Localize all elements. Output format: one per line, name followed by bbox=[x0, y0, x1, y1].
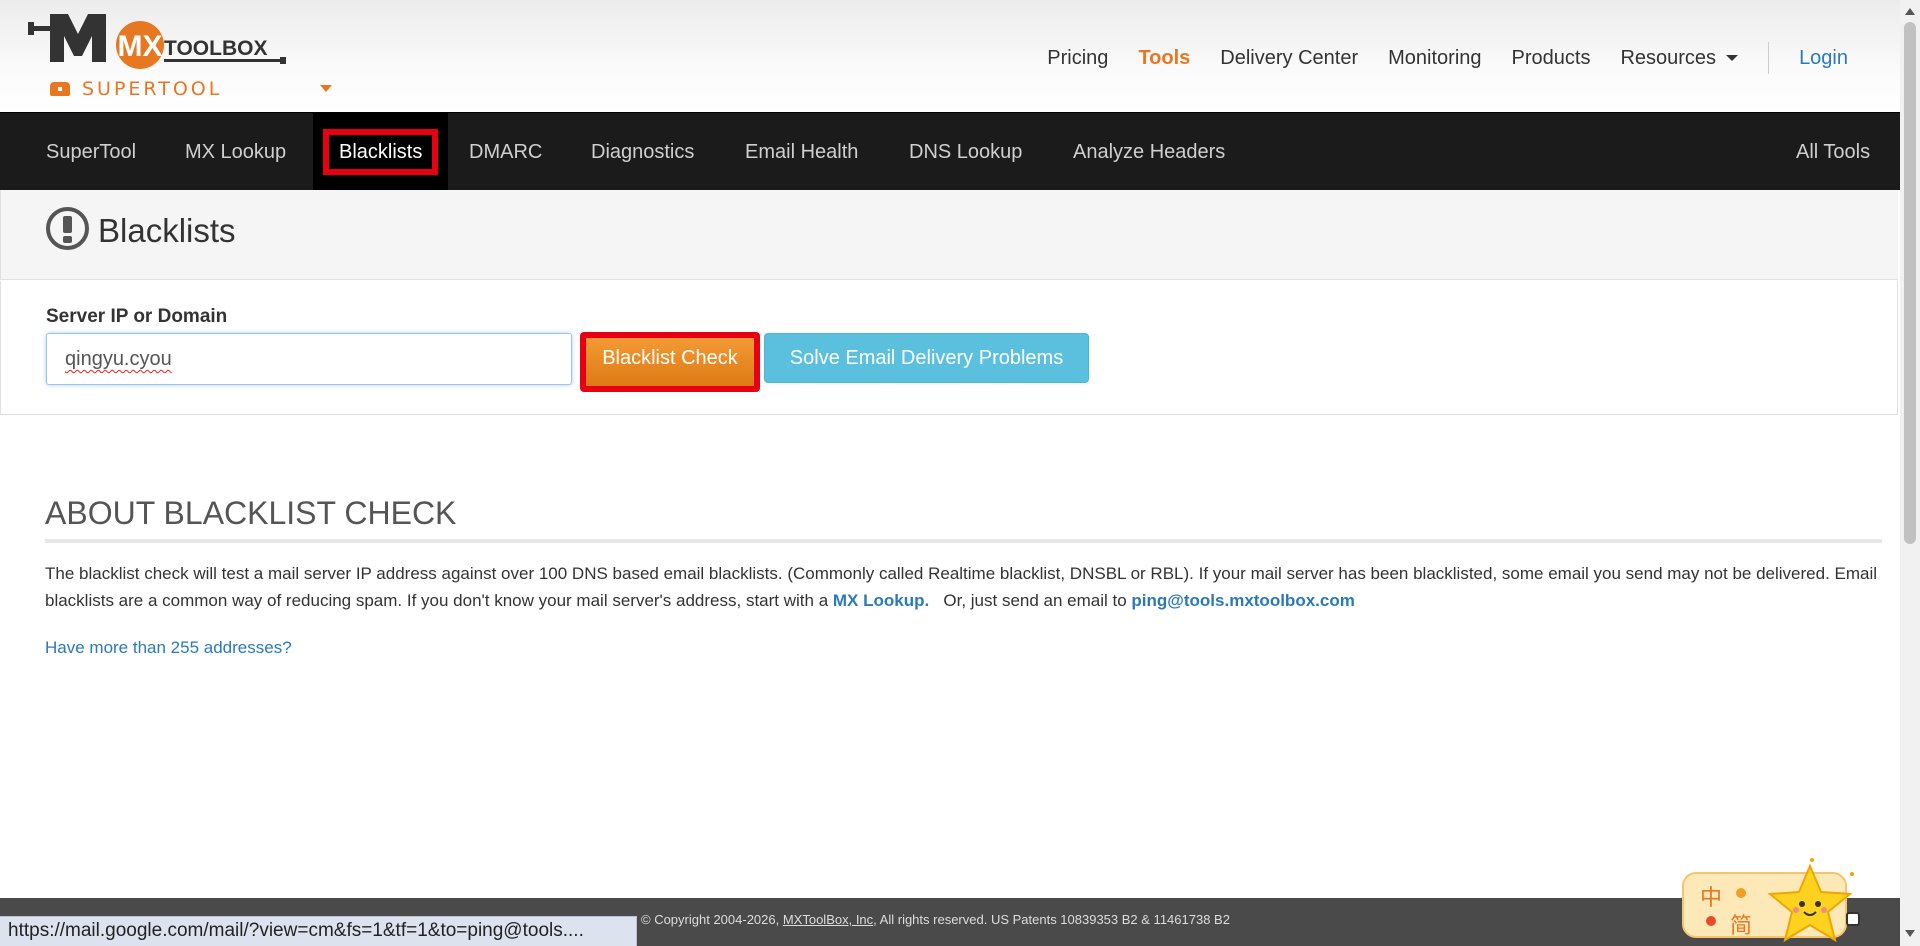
browser-status-url: https://mail.google.com/mail/?view=cm&fs… bbox=[0, 916, 637, 946]
supertool-label: SUPERTOOL bbox=[82, 78, 223, 100]
tool-tab-blacklists-label: Blacklists bbox=[323, 129, 439, 175]
blacklist-check-button[interactable]: Blacklist Check bbox=[580, 332, 760, 392]
ime-language-toggle[interactable]: 中 bbox=[1700, 880, 1722, 912]
server-ip-value: qingyu.cyou bbox=[65, 348, 172, 370]
page-scrollbar[interactable] bbox=[1900, 0, 1920, 946]
toolbox-icon bbox=[50, 82, 70, 96]
logo-text: TOOLBOX bbox=[164, 37, 267, 60]
exclamation-circle-icon bbox=[46, 207, 89, 250]
page-title: Blacklists bbox=[98, 212, 236, 249]
nav-delivery-center[interactable]: Delivery Center bbox=[1220, 47, 1358, 70]
ime-mode-toggle[interactable]: 简 bbox=[1730, 908, 1752, 940]
server-ip-input[interactable]: qingyu.cyou bbox=[46, 333, 572, 385]
nav-pricing[interactable]: Pricing bbox=[1047, 47, 1108, 70]
about-description: The blacklist check will test a mail ser… bbox=[45, 560, 1885, 614]
scroll-down-arrow-icon[interactable] bbox=[1905, 930, 1915, 937]
tool-tab-supertool[interactable]: SuperTool bbox=[24, 113, 158, 191]
nav-products[interactable]: Products bbox=[1512, 47, 1591, 70]
scrollbar-thumb[interactable] bbox=[1904, 22, 1916, 544]
tool-tab-dns-lookup[interactable]: DNS Lookup bbox=[887, 113, 1044, 191]
nav-monitoring[interactable]: Monitoring bbox=[1388, 47, 1481, 70]
ping-email-link[interactable]: ping@tools.mxtoolbox.com bbox=[1131, 591, 1354, 610]
logo-letters: MX bbox=[118, 30, 163, 63]
tool-tab-blacklists[interactable]: Blacklists bbox=[313, 113, 449, 191]
copyright-suffix: , All rights reserved. US Patents 108393… bbox=[873, 912, 1230, 927]
star-mascot-icon bbox=[1767, 858, 1854, 943]
tool-tab-dmarc[interactable]: DMARC bbox=[447, 113, 564, 191]
about-heading: ABOUT BLACKLIST CHECK bbox=[45, 495, 457, 531]
tools-navbar: SuperTool MX Lookup Blacklists DMARC Dia… bbox=[0, 112, 1900, 191]
nav-resources-label: Resources bbox=[1620, 46, 1717, 69]
tool-tab-analyze-headers[interactable]: Analyze Headers bbox=[1051, 113, 1247, 191]
supertool-dropdown[interactable]: SUPERTOOL bbox=[50, 78, 222, 100]
mx-lookup-link[interactable]: MX Lookup. bbox=[833, 591, 929, 610]
all-tools-link[interactable]: All Tools bbox=[1774, 113, 1892, 191]
site-header: MX TOOLBOX SUPERTOOL Pricing Tools Deliv… bbox=[0, 0, 1900, 112]
caret-down-icon bbox=[1726, 55, 1739, 61]
ime-settings-icon[interactable] bbox=[1846, 912, 1860, 926]
server-ip-label: Server IP or Domain bbox=[46, 306, 228, 327]
tool-tab-mx-lookup[interactable]: MX Lookup bbox=[163, 113, 308, 191]
top-navigation: Pricing Tools Delivery Center Monitoring… bbox=[1017, 42, 1848, 74]
company-link[interactable]: MXToolBox, Inc bbox=[783, 912, 873, 927]
moon-icon bbox=[1736, 888, 1746, 898]
nav-tools[interactable]: Tools bbox=[1138, 47, 1190, 70]
about-text-part2: Or, just send an email to bbox=[929, 591, 1132, 610]
nav-resources-dropdown[interactable]: Resources bbox=[1620, 46, 1739, 70]
copyright-text: © Copyright 2004-2026, MXToolBox, Inc, A… bbox=[641, 912, 1230, 927]
scroll-up-arrow-icon[interactable] bbox=[1905, 8, 1915, 15]
dot-icon bbox=[1706, 916, 1716, 926]
tool-tab-diagnostics[interactable]: Diagnostics bbox=[569, 113, 716, 191]
solve-email-delivery-button[interactable]: Solve Email Delivery Problems bbox=[764, 333, 1089, 383]
page-title-bar: Blacklists bbox=[0, 190, 1898, 280]
lookup-form: Server IP or Domain qingyu.cyou Blacklis… bbox=[0, 281, 1898, 415]
divider bbox=[45, 539, 1882, 543]
more-addresses-link[interactable]: Have more than 255 addresses? bbox=[45, 638, 292, 658]
copyright-prefix: © Copyright 2004-2026, bbox=[641, 912, 783, 927]
chevron-down-icon[interactable] bbox=[320, 85, 332, 92]
tool-tab-email-health[interactable]: Email Health bbox=[723, 113, 880, 191]
login-link[interactable]: Login bbox=[1799, 47, 1848, 70]
nav-divider bbox=[1768, 42, 1770, 74]
